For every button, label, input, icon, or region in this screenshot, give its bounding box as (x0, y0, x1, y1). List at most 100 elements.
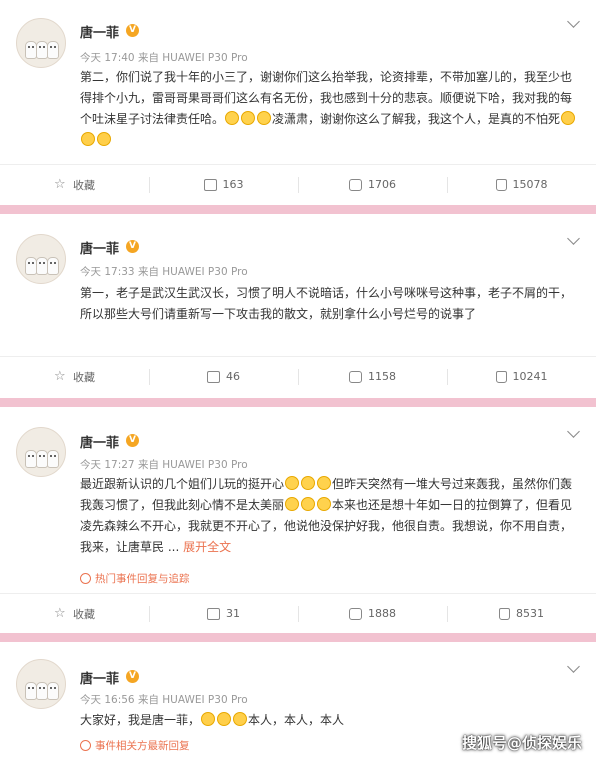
comment-icon (349, 178, 362, 191)
post-text: 第二，你们说了我十年的小三了，谢谢你们这么抬举我，论资排辈，不带加塞儿的，我至少… (80, 67, 580, 151)
share-icon (207, 607, 220, 620)
topic-tag-label: 事件相关方最新回复 (95, 740, 190, 752)
cry-laugh-emoji-icon (81, 132, 95, 146)
comment-button[interactable]: 1158 (298, 357, 447, 396)
grin-emoji-icon (225, 111, 240, 125)
comment-count: 1888 (368, 607, 396, 620)
favorite-label: 收藏 (73, 607, 95, 621)
repost-button[interactable]: 163 (149, 165, 298, 204)
comment-icon (349, 607, 362, 620)
chevron-down-icon[interactable] (567, 232, 580, 245)
like-count: 10241 (512, 370, 548, 383)
watermark: 搜狐号@侦探娱乐 (461, 734, 582, 752)
favorite-label: 收藏 (73, 178, 95, 192)
crying-emoji-icon (217, 712, 232, 726)
chevron-down-icon[interactable] (567, 425, 580, 438)
text-segment: 大家好，我是唐一菲， (80, 713, 201, 727)
like-count: 8531 (516, 607, 544, 620)
comment-button[interactable]: 1888 (298, 594, 447, 633)
timestamp: 今天 16:56 (80, 694, 135, 706)
verified-icon: V (126, 240, 139, 253)
like-button[interactable]: 10241 (447, 357, 596, 396)
action-bar: ☆ 收藏 163 1706 15078 (0, 164, 596, 204)
comment-count: 1158 (368, 370, 396, 383)
post-text: 大家好，我是唐一菲， 本人，本人，本人 (80, 710, 580, 731)
separator (0, 398, 596, 407)
hot-event-icon (80, 740, 91, 751)
separator (0, 633, 596, 642)
share-icon (207, 370, 220, 383)
source: 来自 HUAWEI P30 Pro (137, 694, 248, 706)
text-segment: 最近跟新认识的几个姐们儿玩的挺开心 (80, 477, 285, 491)
favorite-button[interactable]: ☆ 收藏 (0, 357, 149, 396)
verified-icon: V (126, 24, 139, 37)
grin-emoji-icon (257, 111, 272, 125)
cry-laugh-emoji-icon (97, 132, 111, 146)
separator (0, 205, 596, 214)
grin-emoji-icon (301, 497, 316, 511)
favorite-button[interactable]: ☆ 收藏 (0, 165, 149, 204)
grin-emoji-icon (317, 497, 332, 511)
avatar[interactable] (16, 18, 66, 68)
topic-tag[interactable]: 热门事件回复与追踪 (80, 571, 190, 586)
action-bar: ☆ 收藏 46 1158 10241 (0, 356, 596, 396)
repost-button[interactable]: 31 (149, 594, 298, 633)
username[interactable]: 唐一菲 (80, 432, 119, 451)
username[interactable]: 唐一菲 (80, 22, 119, 41)
grin-emoji-icon (317, 476, 332, 490)
avatar[interactable] (16, 659, 66, 709)
grin-emoji-icon (285, 497, 300, 511)
username[interactable]: 唐一菲 (80, 668, 119, 687)
post-meta: 今天 17:33 来自 HUAWEI P30 Pro (80, 264, 248, 279)
post-meta: 今天 17:40 来自 HUAWEI P30 Pro (80, 50, 248, 65)
action-bar: ☆ 收藏 31 1888 8531 (0, 593, 596, 633)
repost-count: 163 (222, 178, 244, 191)
timestamp: 今天 17:27 (80, 459, 135, 471)
text-segment: 凌潇肃，谢谢你这么了解我，我这个人，是真的不怕死 (272, 112, 561, 126)
star-icon: ☆ (54, 176, 66, 192)
favorite-label: 收藏 (73, 370, 95, 384)
source: 来自 HUAWEI P30 Pro (137, 266, 248, 278)
chevron-down-icon[interactable] (567, 15, 580, 28)
thumbs-up-icon (499, 607, 510, 620)
username[interactable]: 唐一菲 (80, 238, 119, 257)
crying-emoji-icon (201, 712, 216, 726)
thumbs-up-icon (495, 178, 507, 191)
star-icon: ☆ (54, 368, 66, 384)
crying-emoji-icon (233, 712, 248, 726)
like-count: 15078 (512, 178, 548, 191)
repost-button[interactable]: 46 (149, 357, 298, 396)
weibo-post: 唐一菲 V 今天 17:27 来自 HUAWEI P30 Pro 最近跟新认识的… (0, 407, 596, 633)
source: 来自 HUAWEI P30 Pro (137, 52, 248, 64)
post-meta: 今天 16:56 来自 HUAWEI P30 Pro (80, 692, 248, 707)
thumbs-up-icon (495, 370, 507, 383)
repost-count: 46 (226, 370, 240, 383)
comment-button[interactable]: 1706 (298, 165, 447, 204)
topic-tag[interactable]: 事件相关方最新回复 (80, 738, 190, 753)
like-button[interactable]: 8531 (447, 594, 596, 633)
share-icon (203, 178, 217, 191)
avatar[interactable] (16, 234, 66, 284)
expand-full-text-link[interactable]: 展开全文 (183, 540, 231, 554)
verified-icon: V (126, 434, 139, 447)
weibo-post: 唐一菲 V 今天 17:40 来自 HUAWEI P30 Pro 第二，你们说了… (0, 0, 596, 205)
avatar[interactable] (16, 427, 66, 477)
grin-emoji-icon (301, 476, 316, 490)
timestamp: 今天 17:40 (80, 52, 135, 64)
post-text: 最近跟新认识的几个姐们儿玩的挺开心 但昨天突然有一堆大号过来轰我，虽然你们轰我轰习… (80, 474, 580, 558)
chevron-down-icon[interactable] (567, 660, 580, 673)
star-icon: ☆ (54, 605, 66, 621)
grin-emoji-icon (241, 111, 256, 125)
verified-icon: V (126, 670, 139, 683)
source: 来自 HUAWEI P30 Pro (137, 459, 248, 471)
cry-laugh-emoji-icon (561, 111, 576, 125)
hot-event-icon (80, 573, 91, 584)
repost-count: 31 (226, 607, 240, 620)
comment-count: 1706 (368, 178, 396, 191)
grin-emoji-icon (285, 476, 300, 490)
like-button[interactable]: 15078 (447, 165, 596, 204)
weibo-post: 唐一菲 V 今天 17:33 来自 HUAWEI P30 Pro 第一，老子是武… (0, 214, 596, 398)
favorite-button[interactable]: ☆ 收藏 (0, 594, 149, 633)
topic-tag-label: 热门事件回复与追踪 (95, 573, 190, 585)
text-segment: 本人，本人，本人 (248, 713, 345, 727)
